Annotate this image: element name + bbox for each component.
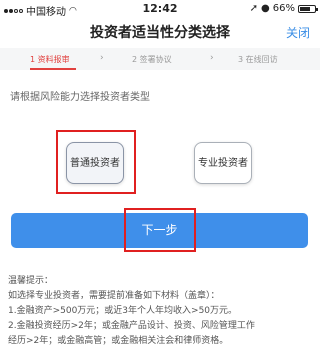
nav-bar: 投资者适当性分类选择 关闭 (0, 18, 320, 46)
step-3: 3 在线回访 (238, 55, 278, 64)
tips-line: 2.金融投资经历>2年；或金融产品设计、投资、风险管理工作 (8, 321, 255, 331)
highlight-box (124, 208, 196, 252)
tips-heading: 温馨提示： (8, 276, 54, 286)
tips-line: 如选择专业投资者，需要提前准备如下材料（盖章）： (8, 291, 220, 301)
location-icon: ➚ (249, 3, 259, 14)
battery-percent: 66% (272, 3, 295, 14)
professional-investor-button[interactable]: 专业投资者 (194, 142, 252, 184)
select-prompt: 请根据风险能力选择投资者类型 (10, 92, 150, 103)
step-indicator: 1 资料报审 › 2 签署协议 › 3 在线回访 (0, 48, 320, 70)
status-bar: 中国移动 ◠ 12:42 ➚ ● 66% (0, 0, 320, 18)
battery-icon (298, 4, 318, 13)
step-2: 2 签署协议 (132, 55, 172, 64)
ordinary-investor-button[interactable]: 普通投资者 (66, 142, 124, 184)
step-1: 1 资料报审 (30, 55, 70, 64)
close-button[interactable]: 关闭 (286, 24, 310, 41)
chevron-right-icon: › (210, 53, 214, 63)
tips-section: 温馨提示： 如选择专业投资者，需要提前准备如下材料（盖章）： 1.金融资产>50… (8, 274, 316, 349)
status-right: ➚ ● 66% (249, 3, 318, 14)
chevron-right-icon: › (100, 53, 104, 63)
alarm-icon: ● (261, 3, 270, 14)
tips-line: 1.金融资产>500万元；或近3年个人年均收入>50万元。 (8, 306, 238, 316)
tips-line: 经历>2年；或金融高管；或金融相关注会和律师资格。 (8, 336, 229, 346)
page-title: 投资者适当性分类选择 (90, 25, 230, 41)
active-step-underline (30, 68, 76, 70)
